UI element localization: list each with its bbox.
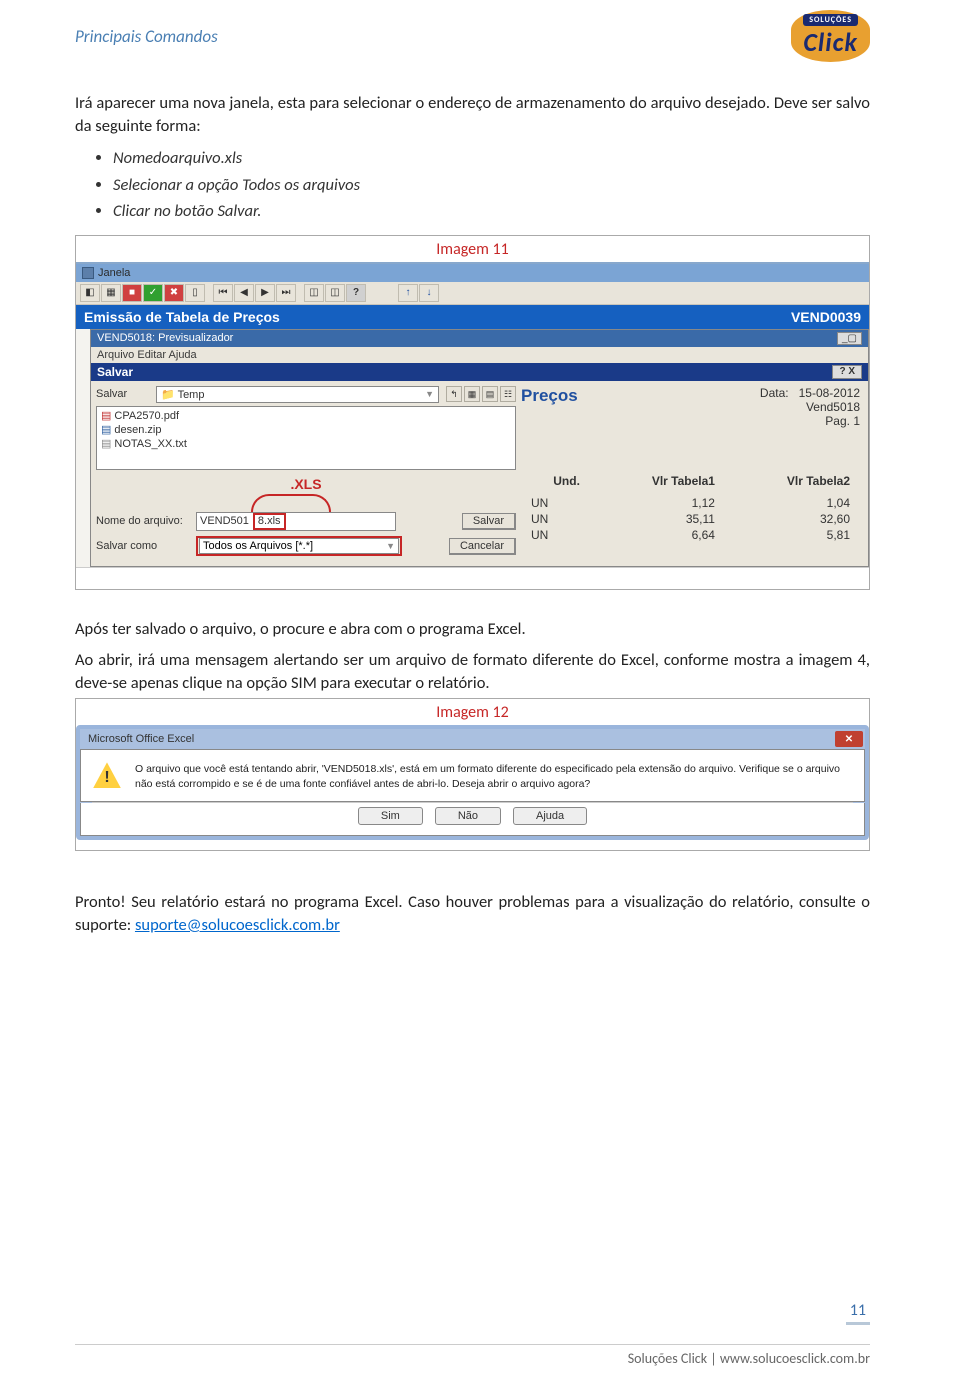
save-dialog-title: Salvar: [97, 365, 133, 379]
screenshot-dialog: Janela ◧ ▦ ■ ✓ ✖ ▯ ⏮ ◀ ▶ ⏭ ◫ ◫ ? ↑ ↓: [76, 262, 869, 579]
yes-button[interactable]: Sim: [358, 807, 423, 825]
toolbar-button[interactable]: ✓: [143, 284, 163, 302]
subwindow-menu[interactable]: Arquivo Editar Ajuda: [91, 347, 868, 363]
filename-input[interactable]: VEND501 8.xls: [196, 512, 396, 531]
toolbar-button[interactable]: ✖: [164, 284, 184, 302]
module-code: VEND0039: [791, 309, 861, 325]
table-row: UN35,1132,60: [521, 510, 860, 526]
closing-paragraph: Pronto! Seu relatório estará no programa…: [75, 891, 870, 937]
module-title: Emissão de Tabela de Preços: [84, 309, 280, 325]
down-button[interactable]: ↓: [419, 284, 439, 302]
filename-label: Nome do arquivo:: [96, 515, 192, 527]
filetype-dropdown[interactable]: Todos os Arquivos [*.*] ▼: [199, 538, 399, 554]
filetype-value: Todos os Arquivos [*.*]: [203, 540, 313, 552]
annotation-arc: [251, 494, 331, 512]
logo-top-text: SOLUÇÕES: [803, 14, 858, 26]
dialog-title: Microsoft Office Excel: [88, 733, 194, 745]
folder-dropdown[interactable]: 📁 Temp ▼: [156, 386, 439, 403]
minimize-restore-icon[interactable]: _▢: [837, 332, 862, 345]
module-title-bar: Emissão de Tabela de Preços VEND0039: [76, 305, 869, 329]
th-unit: Und.: [521, 472, 590, 494]
cancel-button[interactable]: Cancelar: [449, 538, 516, 555]
toolbar-button[interactable]: ◫: [304, 284, 324, 302]
report-meta: Data: 15-08-2012 Vend5018 Pag. 1: [760, 386, 860, 428]
warning-icon: !: [93, 762, 121, 788]
bullet-item: Clicar no botão Salvar.: [113, 199, 870, 225]
folder-name: Temp: [178, 389, 205, 401]
subwindow-titlebar: VEND5018: Previsualizador _▢: [91, 330, 868, 347]
dialog-titlebar: Microsoft Office Excel ✕: [80, 729, 865, 749]
nav-first-button[interactable]: ⏮: [213, 284, 233, 302]
figure-label: Imagem 12: [76, 703, 869, 722]
file-list[interactable]: ▤CPA2570.pdf ▤desen.zip ▤NOTAS_XX.txt: [96, 406, 516, 470]
close-button[interactable]: ✕: [835, 731, 863, 747]
figure-11-frame: Imagem 11 Janela ◧ ▦ ■ ✓ ✖ ▯ ⏮ ◀ ▶ ⏭ ◫ ◫: [75, 235, 870, 590]
page-number: 11: [846, 1301, 870, 1325]
file-item[interactable]: ▤desen.zip: [101, 423, 511, 437]
save-dialog-titlebar: Salvar ? X: [91, 363, 868, 381]
header-title: Principais Comandos: [75, 26, 218, 47]
mid-paragraphs: Após ter salvado o arquivo, o procure e …: [75, 618, 870, 695]
window-name: Janela: [98, 267, 130, 279]
dropdown-arrow-icon: ▼: [386, 541, 395, 551]
help-button[interactable]: ?: [346, 284, 366, 302]
data-preview-table: Und. Vlr Tabela1 Vlr Tabela2 UN1,121,04 …: [521, 472, 860, 542]
logo-main-text: Click: [803, 26, 857, 58]
logo: SOLUÇÕES Click: [791, 10, 870, 62]
toolbar-button[interactable]: ▦: [101, 284, 121, 302]
save-in-label: Salvar: [96, 388, 152, 400]
figure-label: Imagem 11: [76, 240, 869, 259]
toolbar-button[interactable]: ▯: [185, 284, 205, 302]
support-email-link[interactable]: suporte@solucoesclick.com.br: [135, 915, 340, 935]
th-vlr2: Vlr Tabela2: [725, 472, 860, 494]
toolbar-button[interactable]: ◧: [80, 284, 100, 302]
bullet-item: Selecionar a opção Todos os arquivos: [113, 173, 870, 199]
excel-warning-dialog: Microsoft Office Excel ✕ ! O arquivo que…: [76, 725, 869, 839]
list-icon[interactable]: ☷: [500, 386, 516, 402]
subwindow-title: VEND5018: Previsualizador: [97, 332, 233, 345]
save-as-type-label: Salvar como: [96, 540, 192, 552]
up-folder-icon[interactable]: ↰: [446, 386, 462, 402]
up-button[interactable]: ↑: [398, 284, 418, 302]
toolbar: ◧ ▦ ■ ✓ ✖ ▯ ⏮ ◀ ▶ ⏭ ◫ ◫ ? ↑ ↓: [76, 282, 869, 305]
filename-ext-highlight: 8.xls: [253, 513, 286, 530]
help-button[interactable]: Ajuda: [513, 807, 587, 825]
nav-prev-button[interactable]: ◀: [234, 284, 254, 302]
mid-p2: Ao abrir, irá uma mensagem alertando ser…: [75, 649, 870, 695]
dialog-message: O arquivo que você está tentando abrir, …: [135, 762, 852, 790]
nav-last-button[interactable]: ⏭: [276, 284, 296, 302]
report-title: Preços: [521, 386, 578, 428]
bullet-item: Nomedoarquivo.xls: [113, 146, 870, 172]
app-icon: [82, 267, 94, 279]
window-titlebar: Janela: [76, 264, 869, 282]
no-button[interactable]: Não: [435, 807, 501, 825]
xls-annotation: .XLS: [96, 476, 516, 492]
bullet-list: Nomedoarquivo.xls Selecionar a opção Tod…: [113, 146, 870, 225]
toolbar-button[interactable]: ■: [122, 284, 142, 302]
dropdown-arrow-icon: ▼: [425, 389, 434, 399]
filename-value: VEND501: [200, 515, 249, 527]
file-item[interactable]: ▤NOTAS_XX.txt: [101, 437, 511, 451]
page-header: Principais Comandos SOLUÇÕES Click: [75, 10, 870, 62]
preview-subwindow: VEND5018: Previsualizador _▢ Arquivo Edi…: [90, 329, 869, 567]
table-row: UN6,645,81: [521, 526, 860, 542]
view-icon[interactable]: ▤: [482, 386, 498, 402]
intro-paragraph: Irá aparecer uma nova janela, esta para …: [75, 92, 870, 138]
folder-icon: 📁: [161, 389, 175, 401]
intro-text: Irá aparecer uma nova janela, esta para …: [75, 92, 870, 138]
save-button[interactable]: Salvar: [462, 513, 516, 530]
file-item[interactable]: ▤CPA2570.pdf: [101, 409, 511, 423]
new-folder-icon[interactable]: ▦: [464, 386, 480, 402]
th-vlr1: Vlr Tabela1: [590, 472, 725, 494]
figure-12-frame: Imagem 12 Microsoft Office Excel ✕ ! O a…: [75, 698, 870, 850]
page-footer: Soluções Click | www.solucoesclick.com.b…: [75, 1344, 870, 1367]
nav-next-button[interactable]: ▶: [255, 284, 275, 302]
table-row: UN1,121,04: [521, 494, 860, 510]
toolbar-button[interactable]: ◫: [325, 284, 345, 302]
mid-p1: Após ter salvado o arquivo, o procure e …: [75, 618, 870, 641]
help-close-icon[interactable]: ? X: [832, 365, 862, 379]
